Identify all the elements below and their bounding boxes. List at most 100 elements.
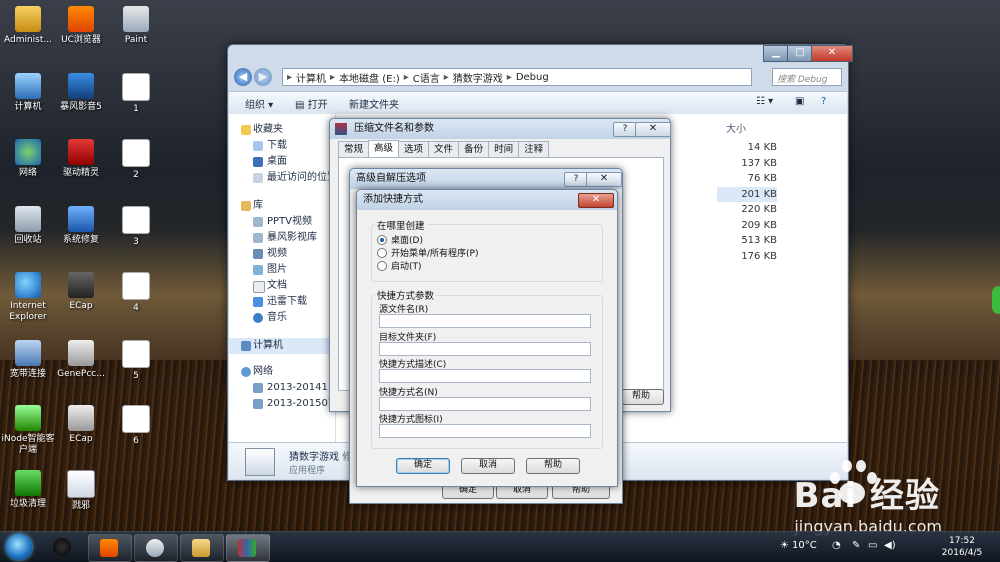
forward-arrow-icon[interactable]: ▶ (254, 68, 272, 86)
desktop-icon-administrator[interactable]: Administ... (0, 6, 58, 46)
organize-menu[interactable]: 组织 ▾ (245, 96, 273, 111)
desktop-icon-uc-browser[interactable]: UC浏览器 (51, 6, 111, 46)
nav-desktop[interactable]: 桌面 (229, 154, 335, 170)
file-size[interactable]: 513 KB (717, 233, 777, 249)
desktop-icon-computer[interactable]: 计算机 (0, 73, 58, 113)
open-button[interactable]: ▤ 打开 (295, 96, 328, 111)
help-question-button[interactable]: ? (564, 172, 588, 187)
side-floating-widget[interactable] (992, 286, 1000, 314)
nav-favorites[interactable]: 收藏夹 (229, 122, 335, 138)
tab-time[interactable]: 时间 (488, 141, 520, 157)
help-button[interactable]: 帮助 (618, 389, 664, 405)
close-button[interactable]: ✕ (578, 193, 614, 208)
desktop-icon-driver-genius[interactable]: 驱动精灵 (51, 139, 111, 179)
desktop-icon-genepcc[interactable]: GenePcc... (51, 340, 111, 380)
view-options-icon[interactable]: ☷ ▾ (756, 96, 773, 107)
weather-sun-icon[interactable]: ☀ (780, 540, 789, 551)
minimize-button[interactable]: ▁ (763, 45, 789, 62)
pen-icon[interactable]: ✎ (852, 540, 860, 551)
desktop-icon-inode[interactable]: iNode智能客户端 (0, 405, 58, 456)
wifi-icon[interactable]: ◔ (832, 540, 841, 551)
close-button[interactable]: ✕ (811, 45, 853, 62)
taskbar-winrar[interactable] (226, 534, 270, 562)
taskbar-qq[interactable] (42, 534, 80, 560)
desktop-icon-ecap[interactable]: ECap (51, 272, 111, 312)
desktop-icon-system-repair[interactable]: 系统修复 (51, 206, 111, 246)
nav-thunder-downloads[interactable]: 迅雷下载 (229, 294, 335, 310)
target-folder-input[interactable] (379, 342, 591, 356)
file-size[interactable]: 14 KB (717, 140, 777, 156)
nav-documents[interactable]: 文档 (229, 278, 335, 294)
desktop-icon-network[interactable]: 网络 (0, 139, 58, 179)
back-arrow-icon[interactable]: ◀ (234, 68, 252, 86)
nav-computer[interactable]: 计算机 (229, 338, 335, 354)
file-size[interactable]: 76 KB (717, 171, 777, 187)
help-button[interactable]: 帮助 (526, 458, 580, 474)
nav-libraries[interactable]: 库 (229, 198, 335, 214)
taskbar-explorer[interactable] (180, 534, 224, 562)
desktop-icon-cleanup[interactable]: 垃圾清理 (0, 470, 58, 510)
file-size[interactable]: 176 KB (717, 249, 777, 265)
tab-comment[interactable]: 注释 (518, 141, 550, 157)
desktop-icon-storm-player[interactable]: 暴风影音5 (51, 73, 111, 113)
file-size[interactable]: 220 KB (717, 202, 777, 218)
cancel-button[interactable]: 取消 (461, 458, 515, 474)
desktop-icon-document[interactable]: 戮邪 (51, 470, 111, 512)
desktop-icon-3[interactable]: 3 (106, 206, 166, 248)
nav-network-host-2[interactable]: 2013-20150721 (229, 396, 335, 412)
shortcut-description-input[interactable] (379, 369, 591, 383)
new-folder-button[interactable]: 新建文件夹 (349, 96, 399, 111)
nav-pictures[interactable]: 图片 (229, 262, 335, 278)
nav-videos[interactable]: 视频 (229, 246, 335, 262)
taskbar-uc-browser[interactable] (88, 534, 132, 562)
taskbar-paint[interactable] (134, 534, 178, 562)
ok-button[interactable]: 确定 (396, 458, 450, 474)
breadcrumb-drive-e[interactable]: 本地磁盘 (E:) (335, 70, 404, 85)
help-question-button[interactable]: ? (613, 122, 637, 137)
file-size[interactable]: 209 KB (717, 218, 777, 234)
radio-desktop[interactable]: 桌面(D) (377, 234, 423, 248)
power-icon[interactable]: ▭ (868, 540, 877, 551)
desktop-icon-broadband[interactable]: 宽带连接 (0, 340, 58, 380)
search-input[interactable]: 搜索 Debug (772, 68, 842, 86)
breadcrumb-c-language[interactable]: C语言 (409, 70, 444, 85)
tab-general[interactable]: 常规 (338, 141, 370, 157)
tab-advanced[interactable]: 高级 (368, 140, 400, 158)
address-bar[interactable]: ▸ 计算机 ▸ 本地磁盘 (E:) ▸ C语言 ▸ 猜数字游戏 ▸ Debug (282, 68, 752, 86)
volume-icon[interactable]: ◀) (884, 540, 896, 551)
desktop-icon-1[interactable]: 1 (106, 73, 166, 115)
radio-startup[interactable]: 启动(T) (377, 260, 422, 274)
nav-music[interactable]: 音乐 (229, 310, 335, 326)
tab-backup[interactable]: 备份 (458, 141, 490, 157)
file-size[interactable]: 137 KB (717, 156, 777, 172)
desktop-icon-2[interactable]: 2 (106, 139, 166, 181)
nav-network-host-1[interactable]: 2013-20141108 (229, 380, 335, 396)
desktop-icon-paint[interactable]: Paint (106, 6, 166, 46)
tab-files[interactable]: 文件 (428, 141, 460, 157)
breadcrumb-computer[interactable]: 计算机 (292, 70, 330, 85)
breadcrumb-guess-game[interactable]: 猜数字游戏 (449, 70, 507, 85)
shortcut-name-input[interactable] (379, 397, 591, 411)
breadcrumb-debug[interactable]: Debug (512, 72, 553, 83)
close-button[interactable]: ✕ (635, 122, 671, 137)
radio-start-menu[interactable]: 开始菜单/所有程序(P) (377, 247, 478, 261)
nav-network[interactable]: 网络 (229, 364, 335, 380)
nav-downloads[interactable]: 下载 (229, 138, 335, 154)
shortcut-icon-input[interactable] (379, 424, 591, 438)
desktop-icon-ecap-2[interactable]: ECap (51, 405, 111, 445)
desktop-icon-5[interactable]: 5 (106, 340, 166, 382)
nav-recent[interactable]: 最近访问的位置 (229, 170, 335, 186)
nav-storm-library[interactable]: 暴风影视库 (229, 230, 335, 246)
desktop-icon-internet-explorer[interactable]: Internet Explorer (0, 272, 58, 323)
maximize-button[interactable]: □ (787, 45, 813, 62)
close-button[interactable]: ✕ (586, 172, 622, 187)
tab-options[interactable]: 选项 (398, 141, 430, 157)
column-header-size[interactable]: 大小 (726, 120, 746, 135)
file-size-selected[interactable]: 201 KB (717, 186, 777, 202)
clock[interactable]: 17:52 2016/4/5 (932, 535, 992, 559)
desktop-icon-recycle-bin[interactable]: 回收站 (0, 206, 58, 246)
start-button[interactable] (6, 534, 32, 560)
preview-pane-icon[interactable]: ▣ (795, 96, 804, 107)
help-icon[interactable]: ? (821, 96, 826, 107)
source-file-input[interactable] (379, 314, 591, 328)
